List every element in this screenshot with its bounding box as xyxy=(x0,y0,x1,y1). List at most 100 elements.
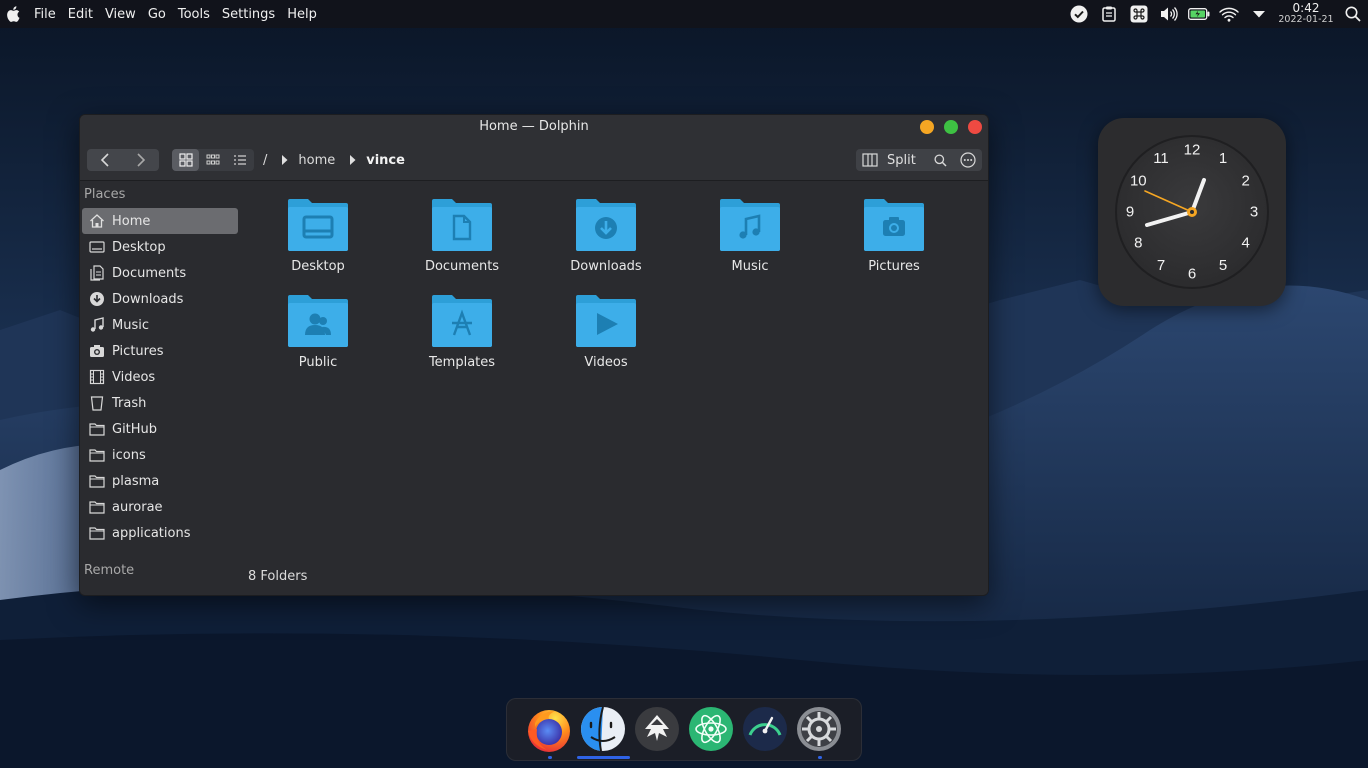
system-tray: 0:42 2022-01-21 xyxy=(1064,0,1368,28)
breadcrumb-arrow-icon[interactable] xyxy=(349,155,356,165)
sidebar-item-icons[interactable]: icons xyxy=(82,442,238,468)
split-label: Split xyxy=(887,152,916,168)
sidebar-item-trash[interactable]: Trash xyxy=(82,390,238,416)
menu-go[interactable]: Go xyxy=(142,0,172,28)
tray-clock-time: 0:42 xyxy=(1292,1,1320,15)
sidebar-item-aurorae[interactable]: aurorae xyxy=(82,494,238,520)
close-button[interactable] xyxy=(968,120,982,134)
system-monitor-icon[interactable] xyxy=(741,705,789,753)
breadcrumb-arrow-icon[interactable] xyxy=(281,155,288,165)
clock-numeral: 1 xyxy=(1219,150,1227,167)
sidebar-item-applications[interactable]: applications xyxy=(82,520,238,546)
running-indicator xyxy=(548,756,552,759)
view-mode-buttons xyxy=(172,149,254,171)
folder-label: Music xyxy=(731,259,769,274)
folder-label: Public xyxy=(298,355,338,370)
folder-item-templates[interactable]: Templates xyxy=(390,293,534,383)
window-title: Home — Dolphin xyxy=(479,119,589,134)
sidebar-item-home[interactable]: Home xyxy=(82,208,238,234)
templates-folder-icon xyxy=(432,295,492,347)
wifi-icon[interactable] xyxy=(1214,0,1244,28)
system-settings-icon[interactable] xyxy=(795,705,843,753)
command-icon[interactable] xyxy=(1124,0,1154,28)
sidebar-item-label: Pictures xyxy=(112,343,164,359)
toolbar-right-buttons: Split xyxy=(856,149,982,171)
toolbar: / home vince Split xyxy=(80,141,988,181)
breadcrumb-root[interactable]: / xyxy=(263,153,267,168)
folder-item-downloads[interactable]: Downloads xyxy=(534,197,678,287)
folder-item-pictures[interactable]: Pictures xyxy=(822,197,966,287)
inkscape-icon[interactable] xyxy=(633,705,681,753)
more-options-button[interactable] xyxy=(954,149,982,171)
minimize-button[interactable] xyxy=(920,120,934,134)
sidebar-item-label: Downloads xyxy=(112,291,184,307)
split-button[interactable]: Split xyxy=(856,149,926,171)
menu-settings[interactable]: Settings xyxy=(216,0,281,28)
trash-icon xyxy=(89,395,105,411)
battery-icon[interactable] xyxy=(1184,0,1214,28)
breadcrumb-home[interactable]: home xyxy=(298,153,335,168)
window-titlebar[interactable]: Home — Dolphin xyxy=(80,115,988,141)
folder-item-documents[interactable]: Documents xyxy=(390,197,534,287)
menu-file[interactable]: File xyxy=(28,0,62,28)
active-indicator xyxy=(577,756,630,759)
breadcrumb-current[interactable]: vince xyxy=(366,153,405,168)
firefox-icon[interactable] xyxy=(525,705,573,753)
search-button[interactable] xyxy=(926,149,954,171)
sidebar-item-label: Home xyxy=(112,213,151,229)
folder-icon xyxy=(89,421,105,437)
clock-numeral: 10 xyxy=(1130,173,1147,190)
menu-edit[interactable]: Edit xyxy=(62,0,99,28)
sidebar-item-label: plasma xyxy=(112,473,160,489)
forward-button[interactable] xyxy=(123,149,159,171)
sidebar-item-github[interactable]: GitHub xyxy=(82,416,238,442)
volume-icon[interactable] xyxy=(1154,0,1184,28)
downloads-folder-icon xyxy=(576,199,636,251)
breadcrumb: / home vince xyxy=(263,149,405,171)
split-view-icon xyxy=(862,153,878,167)
finder-icon[interactable] xyxy=(579,705,627,753)
menu-help[interactable]: Help xyxy=(281,0,323,28)
analog-clock-widget[interactable]: 12 1 2 3 4 5 6 7 8 9 10 11 xyxy=(1098,118,1286,306)
sidebar-item-plasma[interactable]: plasma xyxy=(82,468,238,494)
sidebar-item-label: Videos xyxy=(112,369,156,385)
clock-numeral: 11 xyxy=(1153,150,1169,167)
tray-clock[interactable]: 0:42 2022-01-21 xyxy=(1278,1,1334,25)
compact-view-button[interactable] xyxy=(199,149,226,171)
film-icon xyxy=(89,369,105,385)
sidebar-item-documents[interactable]: Documents xyxy=(82,260,238,286)
folder-item-desktop[interactable]: Desktop xyxy=(246,197,390,287)
sidebar-item-pictures[interactable]: Pictures xyxy=(82,338,238,364)
sidebar-item-desktop[interactable]: Desktop xyxy=(82,234,238,260)
apple-logo-icon[interactable] xyxy=(0,0,28,28)
check-circle-icon[interactable] xyxy=(1064,0,1094,28)
file-view[interactable]: Desktop Documents Downloads Music Pictur… xyxy=(240,181,988,595)
search-icon[interactable] xyxy=(1338,0,1368,28)
atom-icon[interactable] xyxy=(687,705,735,753)
folder-item-videos[interactable]: Videos xyxy=(534,293,678,383)
clock-numeral: 7 xyxy=(1157,257,1165,274)
status-bar-text: 8 Folders xyxy=(248,569,308,584)
sidebar-item-label: icons xyxy=(112,447,146,463)
back-button[interactable] xyxy=(87,149,123,171)
sidebar-item-label: Documents xyxy=(112,265,187,281)
sidebar-item-videos[interactable]: Videos xyxy=(82,364,238,390)
folder-icon xyxy=(89,499,105,515)
folder-item-music[interactable]: Music xyxy=(678,197,822,287)
folder-item-public[interactable]: Public xyxy=(246,293,390,383)
sidebar-item-music[interactable]: Music xyxy=(82,312,238,338)
places-panel: Places Home Desktop Documents Downloads … xyxy=(80,181,240,595)
places-heading: Places xyxy=(84,187,126,202)
details-view-button[interactable] xyxy=(226,149,253,171)
sidebar-item-downloads[interactable]: Downloads xyxy=(82,286,238,312)
maximize-button[interactable] xyxy=(944,120,958,134)
icons-view-button[interactable] xyxy=(172,149,199,171)
downloads-icon xyxy=(89,291,105,307)
sidebar-item-label: Trash xyxy=(112,395,147,411)
clipboard-icon[interactable] xyxy=(1094,0,1124,28)
sidebar-item-label: Desktop xyxy=(112,239,166,255)
menu-tools[interactable]: Tools xyxy=(172,0,216,28)
menu-view[interactable]: View xyxy=(99,0,142,28)
sidebar-item-label: aurorae xyxy=(112,499,163,515)
chevron-down-icon[interactable] xyxy=(1244,0,1274,28)
